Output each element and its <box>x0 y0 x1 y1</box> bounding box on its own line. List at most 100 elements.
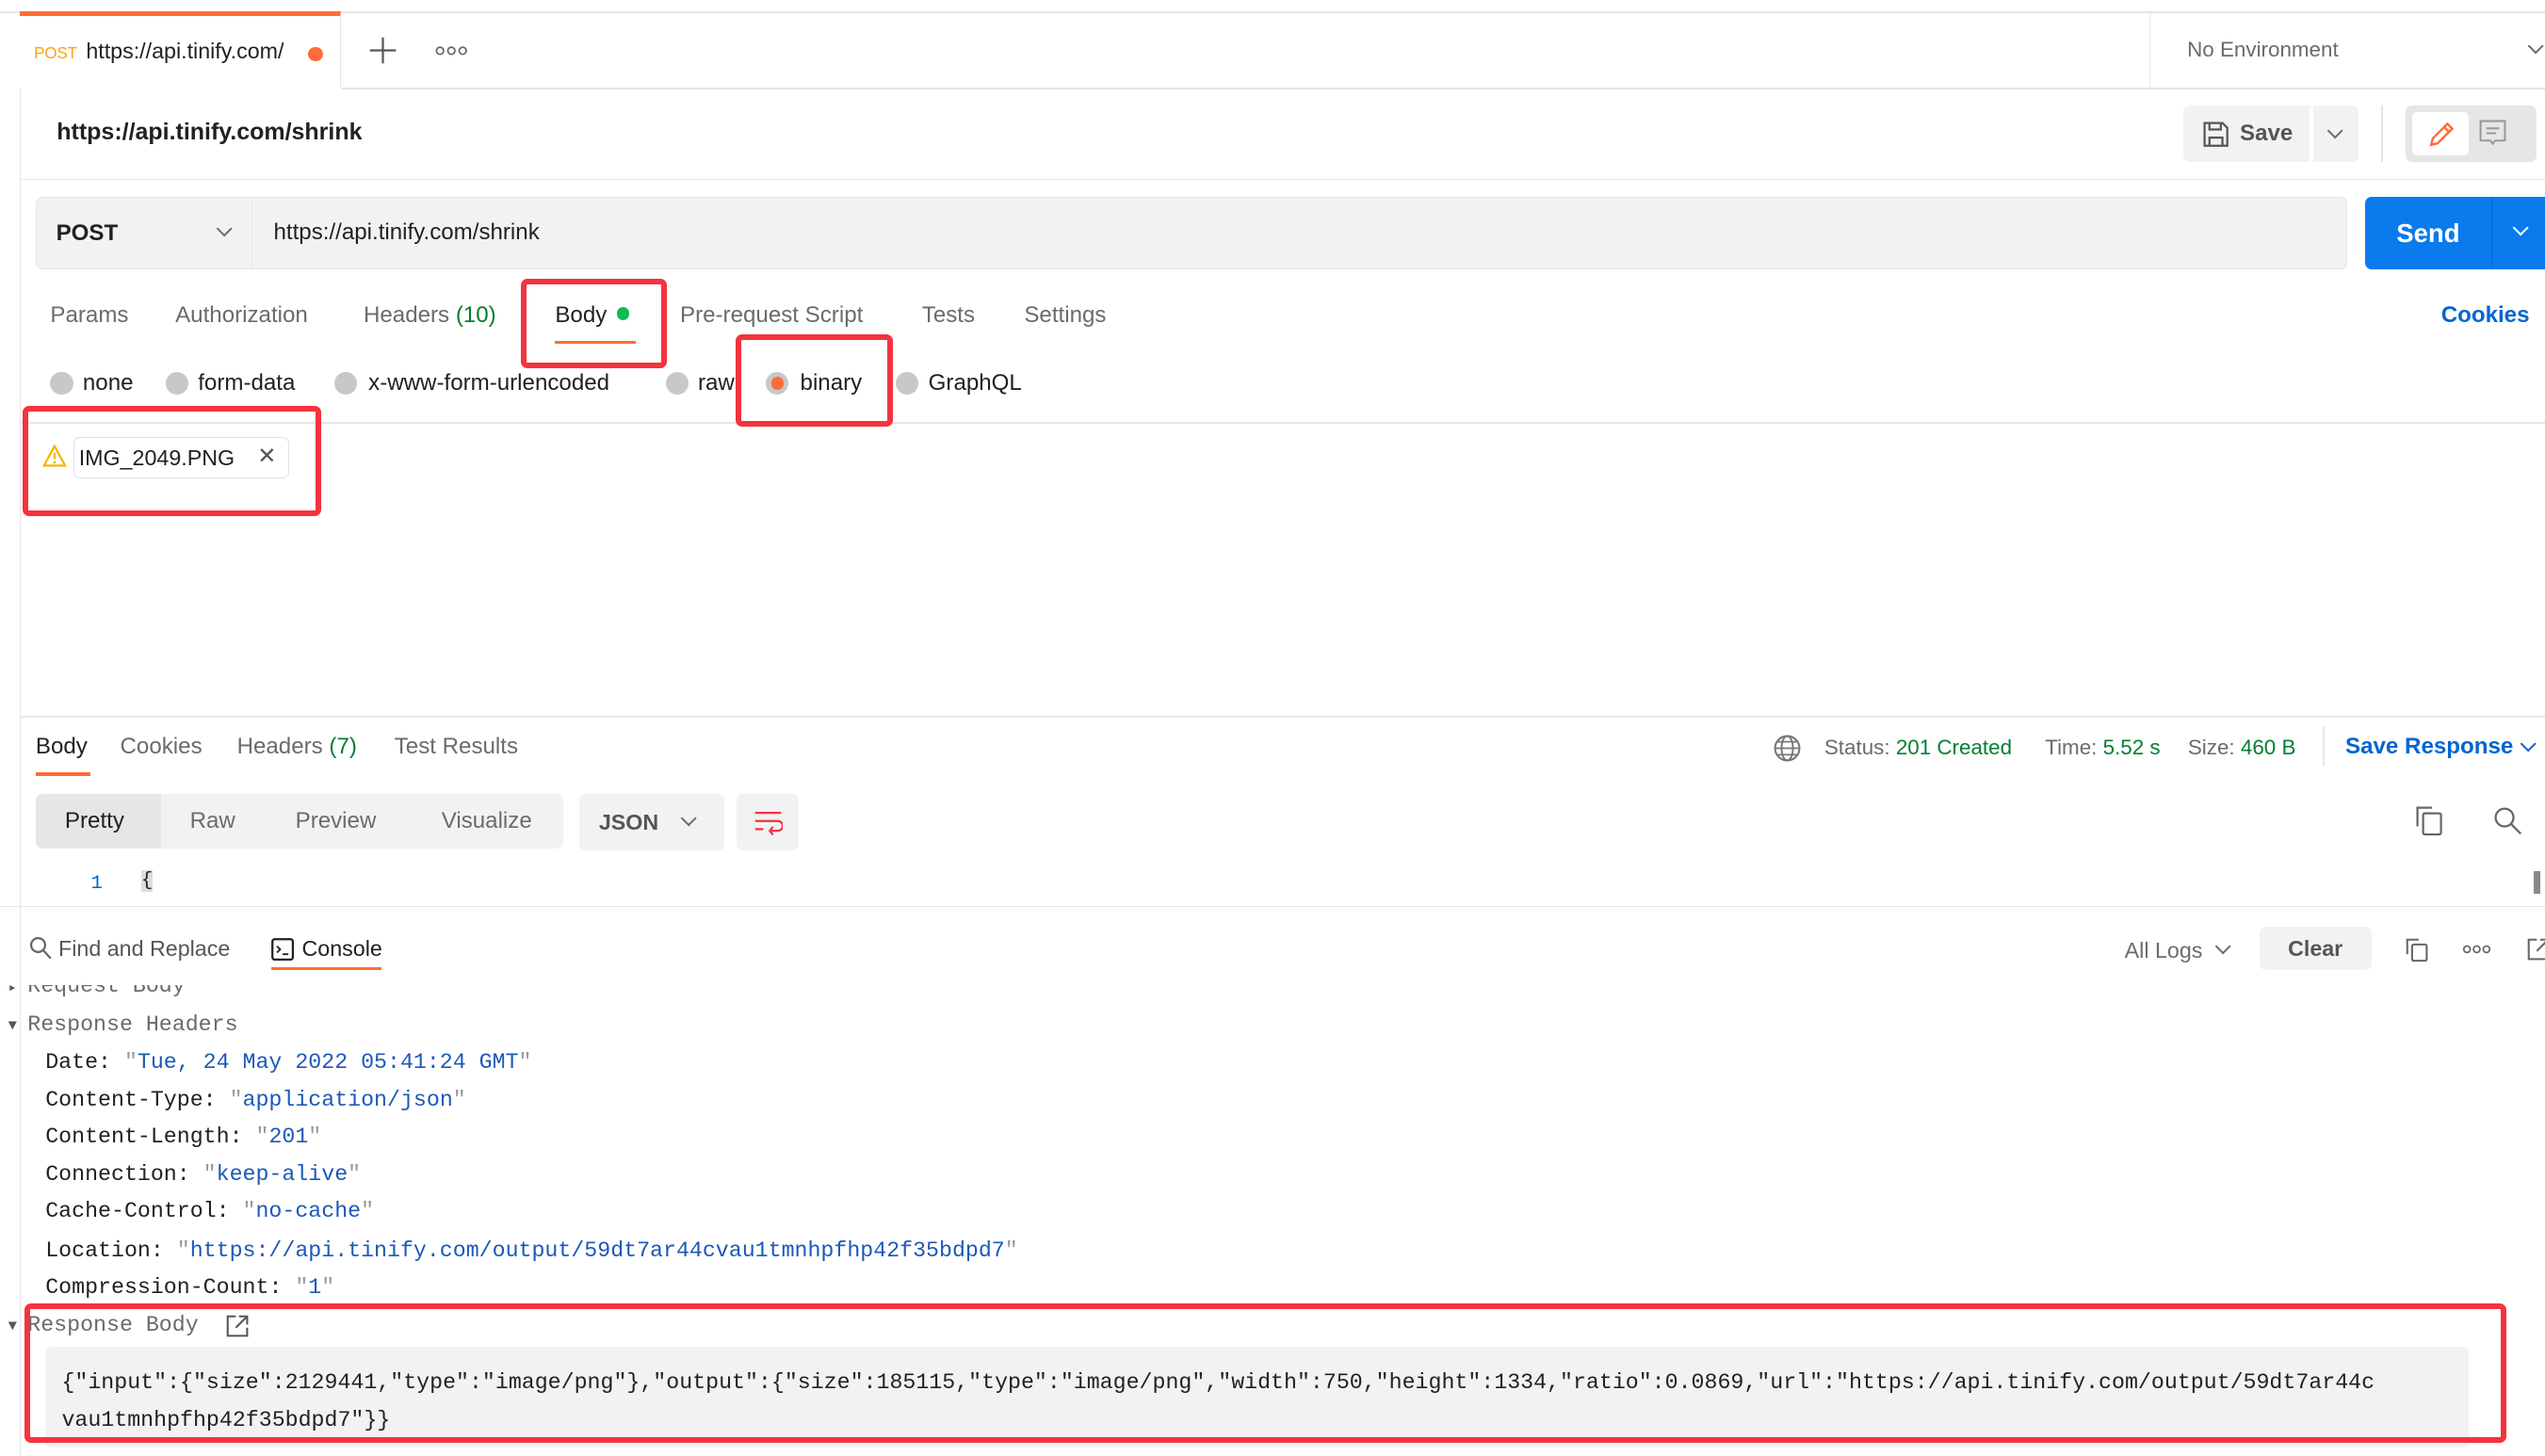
tab-bar-divider <box>340 88 2545 89</box>
collapsed-triangle-icon[interactable]: ▸ <box>8 985 17 996</box>
method-label: POST <box>56 219 119 246</box>
tab-headers[interactable]: Headers (10) <box>364 302 496 329</box>
header-value: https://api.tinify.com/output/59dt7ar44c… <box>189 1238 1005 1263</box>
tab-settings[interactable]: Settings <box>1024 302 1106 329</box>
chevron-down-icon <box>216 220 233 237</box>
response-body-content: {"input":{"size":2129441,"type":"image/p… <box>45 1347 2469 1448</box>
response-tab-underline <box>35 772 91 776</box>
tab-url: https://api.tinify.com/ <box>86 39 284 64</box>
tab-body-label: Body <box>555 301 608 328</box>
response-tab-body[interactable]: Body <box>36 734 88 760</box>
radio-graphql[interactable] <box>896 371 919 395</box>
headers-count: (10) <box>455 301 496 328</box>
response-tab-test-results[interactable]: Test Results <box>395 734 518 760</box>
chevron-down-icon[interactable] <box>2520 736 2537 752</box>
radio-binary[interactable] <box>766 371 789 395</box>
log-filter-select[interactable]: All Logs <box>2125 938 2203 963</box>
search-response-button[interactable] <box>2493 806 2522 835</box>
clear-console-button[interactable]: Clear <box>2259 926 2372 971</box>
warning-icon <box>41 445 67 467</box>
copy-console-button[interactable] <box>2406 938 2428 963</box>
console-more-button[interactable] <box>2462 943 2491 956</box>
console-tab[interactable]: Console <box>302 936 382 962</box>
radio-urlencoded-label[interactable]: x-www-form-urlencoded <box>368 370 609 396</box>
remove-file-close-icon[interactable]: ✕ <box>257 443 276 470</box>
tab-authorization[interactable]: Authorization <box>175 302 308 329</box>
format-select[interactable]: JSON <box>579 793 724 850</box>
copy-icon <box>2406 938 2428 963</box>
edit-mode-button[interactable] <box>2411 111 2469 156</box>
console-tab-underline <box>270 967 381 971</box>
expanded-triangle-icon[interactable]: ▼ <box>8 1318 17 1335</box>
response-headers-section[interactable]: Response Headers <box>27 1012 237 1037</box>
send-dropdown-button[interactable] <box>2491 196 2545 270</box>
view-pretty[interactable]: Pretty <box>65 808 124 834</box>
environment-selector[interactable]: No Environment <box>2148 11 2545 89</box>
radio-graphql-label[interactable]: GraphQL <box>929 370 1022 396</box>
size-readout[interactable]: Size: 460 B <box>2188 736 2296 760</box>
header-row: Location: "https://api.tinify.com/output… <box>45 1238 1018 1263</box>
tab-params[interactable]: Params <box>50 302 128 329</box>
header-row: Connection: "keep-alive" <box>45 1161 362 1187</box>
search-icon <box>2494 807 2521 835</box>
radio-raw[interactable] <box>665 371 689 395</box>
time-readout[interactable]: Time: 5.52 s <box>2045 736 2160 760</box>
save-response-button[interactable]: Save Response <box>2345 734 2513 760</box>
radio-none[interactable] <box>50 371 73 395</box>
request-tab[interactable]: POST https://api.tinify.com/ <box>19 11 341 89</box>
console-divider <box>0 905 2545 908</box>
response-tab-cookies[interactable]: Cookies <box>121 734 203 760</box>
search-icon <box>29 936 52 961</box>
url-input[interactable] <box>251 196 2347 270</box>
more-horizontal-icon <box>2462 945 2491 954</box>
globe-icon[interactable] <box>1773 734 1802 763</box>
time-value: 5.52 s <box>2102 735 2161 759</box>
chevron-down-icon[interactable] <box>2214 938 2231 956</box>
tab-method: POST <box>34 43 77 63</box>
method-select[interactable]: POST <box>35 196 252 270</box>
radio-binary-label[interactable]: binary <box>801 370 863 396</box>
request-body-section[interactable]: Request Body <box>27 985 185 998</box>
new-tab-button[interactable] <box>368 36 397 65</box>
save-button[interactable]: Save <box>2182 105 2310 163</box>
response-view-mode-group: Pretty Raw Preview Visualize <box>35 793 563 849</box>
tab-tests[interactable]: Tests <box>922 302 975 329</box>
comments-button[interactable] <box>2478 119 2507 148</box>
wrap-lines-icon <box>754 812 783 836</box>
response-tab-headers[interactable]: Headers (7) <box>237 734 357 760</box>
request-title[interactable]: https://api.tinify.com/shrink <box>57 119 362 146</box>
radio-form-data-label[interactable]: form-data <box>198 370 295 396</box>
tab-pre-request-script[interactable]: Pre-request Script <box>680 302 863 329</box>
editor-scrollbar[interactable] <box>2533 871 2540 895</box>
radio-form-data[interactable] <box>165 371 188 395</box>
tab-more-button[interactable] <box>435 44 467 57</box>
open-console-window-button[interactable] <box>2527 938 2545 961</box>
save-dropdown-button[interactable] <box>2312 105 2359 163</box>
expanded-triangle-icon[interactable]: ▼ <box>8 1017 17 1034</box>
header-value: application/json <box>242 1087 453 1112</box>
response-tab-headers-label: Headers <box>236 733 323 759</box>
radio-urlencoded[interactable] <box>333 371 358 395</box>
environment-label: No Environment <box>2187 37 2339 61</box>
cookies-link[interactable]: Cookies <box>2441 302 2530 329</box>
view-raw[interactable]: Raw <box>190 808 235 834</box>
copy-response-button[interactable] <box>2415 805 2444 837</box>
radio-raw-label[interactable]: raw <box>698 370 735 396</box>
view-visualize[interactable]: Visualize <box>442 808 532 834</box>
active-tab-underline <box>555 340 637 345</box>
header-value: 1 <box>308 1275 322 1301</box>
open-response-body-button[interactable] <box>226 1315 249 1337</box>
view-preview[interactable]: Preview <box>296 808 377 834</box>
send-button[interactable]: Send <box>2364 196 2492 270</box>
wrap-lines-button[interactable] <box>737 793 799 850</box>
tab-body[interactable]: Body <box>555 301 630 329</box>
header-key: Location <box>45 1238 151 1263</box>
find-and-replace-tab[interactable]: Find and Replace <box>58 936 230 962</box>
comment-icon <box>2479 120 2506 146</box>
radio-none-label[interactable]: none <box>83 370 134 396</box>
code-first-line: { <box>140 869 154 892</box>
response-body-line-2: vau1tmnhpfhp42f35bdpd7"}} <box>61 1407 391 1432</box>
response-body-section[interactable]: Response Body <box>27 1313 198 1337</box>
status-readout[interactable]: Status: 201 Created <box>1824 736 2012 760</box>
response-divider <box>19 715 2545 718</box>
